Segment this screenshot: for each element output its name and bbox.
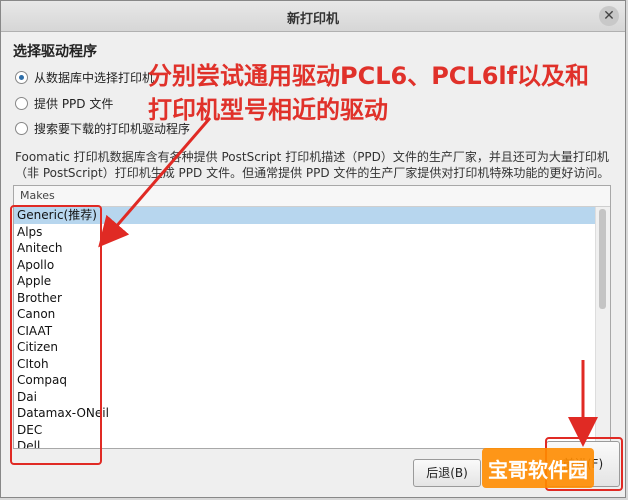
description-text: Foomatic 打印机数据库含有各种提供 PostScript 打印机描述（P… (15, 150, 610, 180)
close-icon[interactable]: ✕ (599, 6, 619, 26)
title-bar: 新打印机 ✕ (1, 1, 625, 32)
radio-icon[interactable] (15, 122, 28, 135)
window-title: 新打印机 (286, 12, 339, 27)
radio-label: 从数据库中选择打印机 (34, 71, 155, 85)
annotation-line-2: 打印机型号相近的驱动 (148, 96, 388, 124)
radio-option-ppd[interactable]: 提供 PPD 文件 (15, 95, 113, 112)
back-button[interactable]: 后退(B) (413, 459, 481, 487)
section-title: 选择驱动程序 (13, 44, 97, 60)
annotation-box-makes (10, 205, 102, 465)
watermark-text: 宝哥软件园 (488, 457, 588, 482)
radio-label: 提供 PPD 文件 (34, 97, 114, 111)
watermark-logo: 宝哥软件园 (482, 448, 594, 488)
annotation-line-1: 分别尝试通用驱动PCL6、PCL6lf以及和 (148, 62, 590, 90)
radio-icon[interactable] (15, 71, 28, 84)
makes-list[interactable]: Makes Generic(推荐) Alps Anitech Apollo Ap… (13, 185, 611, 449)
makes-column-header[interactable]: Makes (14, 186, 610, 207)
list-scrollbar[interactable] (595, 207, 610, 448)
radio-option-database[interactable]: 从数据库中选择打印机 (15, 69, 154, 86)
scroll-thumb[interactable] (599, 209, 606, 309)
radio-icon[interactable] (15, 97, 28, 110)
